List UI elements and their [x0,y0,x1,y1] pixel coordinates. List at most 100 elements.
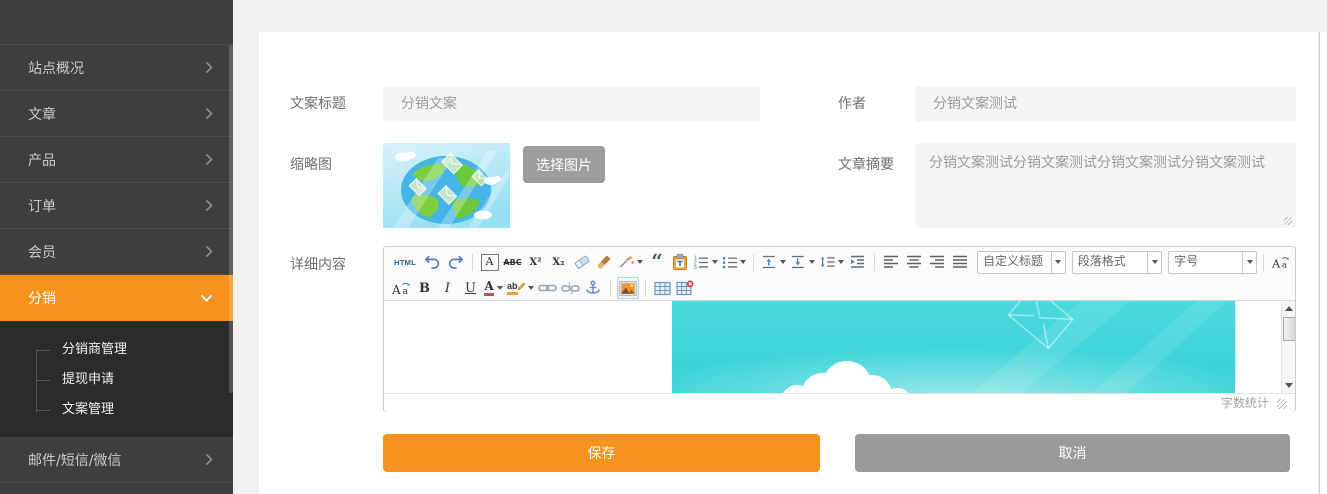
superscript-button[interactable]: X² [525,251,546,273]
ordered-list-button[interactable]: 123 [692,251,719,273]
insert-image-button[interactable] [617,277,639,299]
chevron-right-icon [205,453,213,466]
custom-title-dropdown[interactable]: 自定义标题 [977,251,1066,274]
source-code-button[interactable]: HTML [390,251,420,273]
anchor-button[interactable] [583,277,604,299]
chevron-right-icon [205,153,213,166]
row-spacing-top-button[interactable] [760,251,787,273]
font-size-dropdown-label: 字号 [1169,252,1242,273]
bold-button[interactable]: B [414,277,435,299]
page-scrollbar-track[interactable] [1319,32,1327,494]
title-label: 文案标题 [290,86,346,122]
editor-content[interactable] [384,301,1295,393]
svg-text:A: A [1271,256,1281,270]
triangle-up-icon [1285,306,1293,311]
tree-branch [36,410,50,411]
align-justify-button[interactable] [950,251,971,273]
dropdown-arrow-button[interactable] [1051,252,1065,273]
textarea-resize-grip[interactable] [1284,217,1292,225]
submenu-item-label: 提现申请 [62,372,114,387]
unordered-list-button[interactable] [721,251,748,273]
sidebar-item-articles[interactable]: 文章 [0,91,233,137]
font-box-icon: A [481,254,499,271]
submenu-item-distributor-management[interactable]: 分销商管理 [0,335,233,365]
italic-button[interactable]: I [437,277,458,299]
tree-branch [36,350,50,351]
format-brush-button[interactable] [594,251,615,273]
sidebar-scrollbar-thumb[interactable] [229,45,233,393]
auto-typeset-button[interactable] [617,251,644,273]
editor-scrollbar-thumb[interactable] [1283,317,1295,341]
dropdown-caret-icon [780,260,786,264]
unordered-list-icon [722,254,738,270]
sidebar-item-members[interactable]: 会员 [0,229,233,275]
title-input[interactable]: 分销文案 [383,86,760,122]
save-button[interactable]: 保存 [383,434,820,472]
font-size-dropdown[interactable]: 字号 [1168,251,1257,274]
tree-branch [36,380,50,381]
author-input[interactable]: 分销文案测试 [915,86,1296,122]
paragraph-format-dropdown-label: 段落格式 [1073,252,1148,273]
sidebar-item-label: 产品 [28,150,56,170]
dropdown-caret-icon [1247,260,1253,264]
link-icon [538,281,557,295]
insert-table-button[interactable] [652,277,673,299]
blockquote-button[interactable]: “ [646,251,667,273]
sidebar-item-label: 文章 [28,104,56,124]
sidebar-item-mail-sms-wechat[interactable]: 邮件/短信/微信 [0,437,233,483]
anchor-icon [585,280,601,296]
letter-case-icon: Aa [1271,254,1290,271]
paragraph-format-dropdown[interactable]: 段落格式 [1072,251,1163,274]
globe-envelopes-illustration [383,143,510,228]
undo-button[interactable] [422,251,443,273]
delete-table-button[interactable] [675,277,696,299]
editor-scrollbar[interactable] [1281,301,1295,393]
submenu-item-label: 文案管理 [62,402,114,417]
submenu-item-withdrawal-request[interactable]: 提现申请 [0,365,233,395]
sidebar-item-distribution[interactable]: 分销 [0,275,233,321]
sidebar-item-site-overview[interactable]: 站点概况 [0,45,233,91]
subscript-button[interactable]: X₂ [548,251,569,273]
scroll-down-button[interactable] [1282,379,1295,392]
sidebar-item-label: 站点概况 [28,58,84,78]
remove-link-button[interactable] [560,277,581,299]
remove-format-button[interactable] [571,251,592,273]
insert-link-button[interactable] [537,277,558,299]
strikethrough-button[interactable]: ABC [502,251,523,273]
case-convert-button[interactable]: Aa [1270,251,1291,273]
row-spacing-bottom-button[interactable] [789,251,816,273]
case-convert-2-button[interactable]: Aa [390,277,412,299]
choose-image-button[interactable]: 选择图片 [523,146,605,183]
dropdown-caret-icon [838,260,844,264]
editor-resize-grip[interactable] [1277,399,1287,409]
editor-toolbar: HTML A ABC X² [384,247,1295,301]
sidebar-item-products[interactable]: 产品 [0,137,233,183]
align-left-button[interactable] [881,251,902,273]
image-icon [619,281,637,296]
submenu-item-copy-management[interactable]: 文案管理 [0,395,233,425]
underline-button[interactable]: U [460,277,481,299]
table-icon [654,281,671,296]
cancel-button[interactable]: 取消 [855,434,1290,472]
indent-button[interactable] [847,251,868,273]
dropdown-arrow-button[interactable] [1147,252,1161,273]
highlight-color-button[interactable]: ab [506,277,535,299]
summary-textarea[interactable]: 分销文案测试分销文案测试分销文案测试分销文案测试 [915,143,1296,228]
font-color-button[interactable]: A [483,277,504,299]
row-spacing-bottom-icon [790,254,806,270]
align-center-button[interactable] [904,251,925,273]
font-button[interactable]: A [479,251,500,273]
line-height-button[interactable] [818,251,845,273]
svg-text:a: a [1282,260,1287,270]
dropdown-arrow-button[interactable] [1242,252,1256,273]
align-right-button[interactable] [927,251,948,273]
paste-text-button[interactable] [669,251,690,273]
redo-button[interactable] [445,251,466,273]
align-right-icon [929,255,945,269]
svg-text:a: a [403,287,409,297]
scroll-up-button[interactable] [1282,302,1295,315]
sidebar-item-label: 邮件/短信/微信 [28,450,121,470]
pen-icon [516,282,525,294]
font-color-icon: A [484,280,493,296]
sidebar-item-orders[interactable]: 订单 [0,183,233,229]
